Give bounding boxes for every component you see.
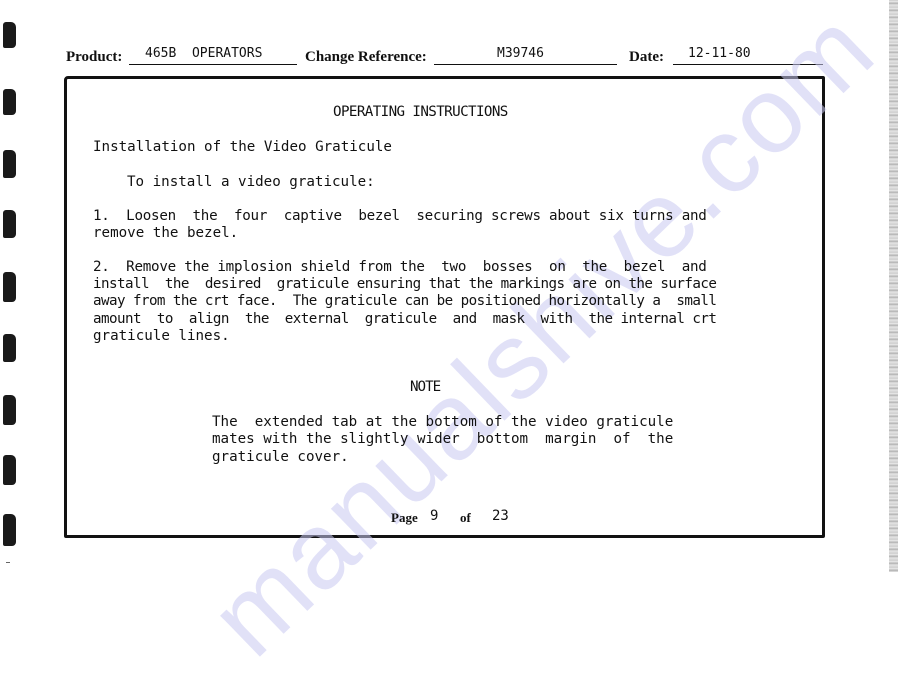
change-reference-label: Change Reference: <box>305 49 427 65</box>
intro-text: To install a video graticule: <box>127 174 375 190</box>
change-reference-value: M39746 <box>497 46 544 61</box>
product-field: 465B OPERATORS <box>129 44 297 65</box>
step-text-line: 1. Loosen the four captive bezel securin… <box>93 208 707 224</box>
binder-hole-mark <box>3 395 16 425</box>
section-heading: Installation of the Video Graticule <box>93 139 392 155</box>
binder-hole-mark <box>3 210 16 238</box>
step-text-line: amount to align the external graticule a… <box>93 311 717 327</box>
binder-hole-mark <box>3 150 16 178</box>
binder-hole-mark <box>3 89 16 115</box>
page-number: 9 <box>430 508 439 524</box>
step-text-line: graticule lines. <box>93 328 230 344</box>
header-row: Product: 465B OPERATORS Change Reference… <box>0 44 899 66</box>
step-text-line: 2. Remove the implosion shield from the … <box>93 259 707 275</box>
binder-hole-mark <box>3 455 16 485</box>
date-field: 12-11-80 <box>673 44 823 65</box>
binder-hole-mark <box>3 334 16 362</box>
manual-page: Product: 465B OPERATORS Change Reference… <box>0 0 899 678</box>
scan-edge <box>889 0 898 572</box>
step-text-line: install the desired graticule ensuring t… <box>93 276 717 292</box>
note-text-line: graticule cover. <box>212 449 349 465</box>
product-value: 465B OPERATORS <box>145 46 263 61</box>
binder-hole-mark <box>3 514 16 546</box>
change-reference-field: M39746 <box>434 44 617 65</box>
date-label: Date: <box>629 49 664 65</box>
document-title: OPERATING INSTRUCTIONS <box>333 104 508 120</box>
binder-hole-mark <box>3 272 16 302</box>
step-text-line: remove the bezel. <box>93 225 239 241</box>
scan-speck <box>6 562 10 563</box>
of-label: of <box>460 510 471 525</box>
date-value: 12-11-80 <box>688 46 751 61</box>
step-text-line: away from the crt face. The graticule ca… <box>93 293 717 309</box>
total-pages: 23 <box>492 508 509 524</box>
note-text-line: The extended tab at the bottom of the vi… <box>212 414 674 430</box>
product-label: Product: <box>66 49 123 65</box>
note-text-line: mates with the slightly wider bottom mar… <box>212 431 674 447</box>
page-label: Page <box>391 510 418 525</box>
note-heading: NOTE <box>410 379 441 395</box>
